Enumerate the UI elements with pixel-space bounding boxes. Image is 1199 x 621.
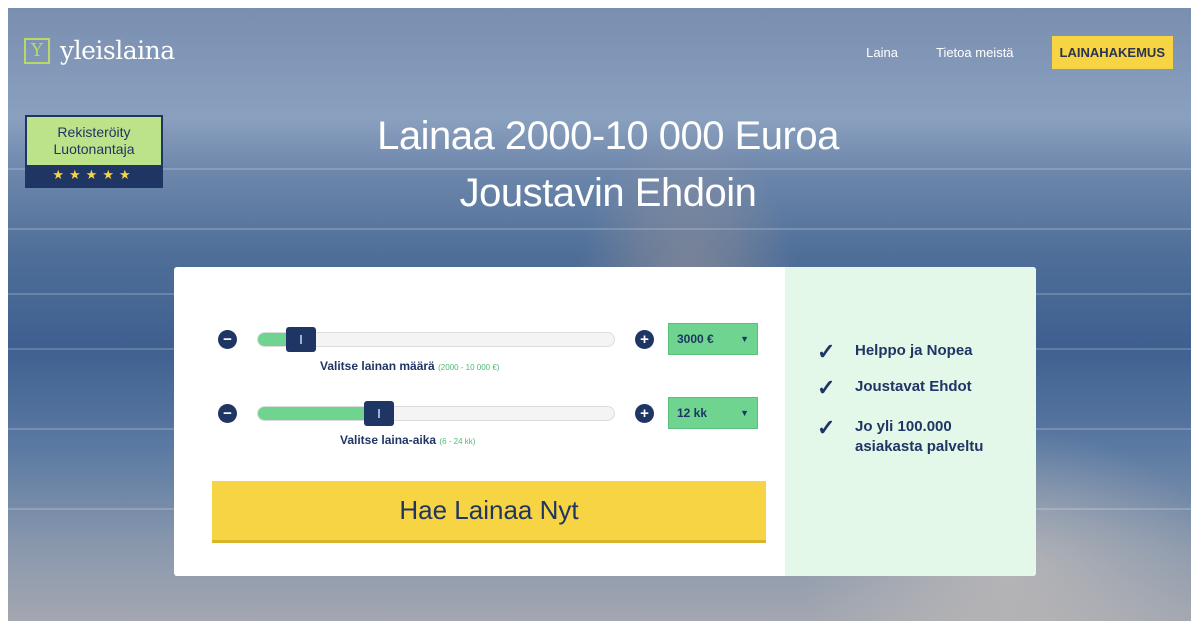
- term-caption-label: Valitse laina-aika: [340, 433, 437, 447]
- feature-text: Jo yli 100.000 asiakasta palveltu: [855, 418, 984, 455]
- feature-item: ✓ Helppo ja Nopea: [817, 341, 973, 363]
- brand-logo[interactable]: Y yleislaina: [24, 36, 175, 65]
- chevron-down-icon: ▼: [740, 408, 749, 418]
- top-nav: Laina Tietoa meistä LAINAHAKEMUS: [866, 36, 1173, 69]
- checkmark-icon: ✓: [817, 415, 836, 440]
- headline-line-1: Lainaa 2000-10 000 Euroa: [377, 114, 839, 158]
- nav-link-about[interactable]: Tietoa meistä: [936, 45, 1014, 60]
- loan-application-button[interactable]: LAINAHAKEMUS: [1051, 36, 1173, 69]
- term-slider-fill: [258, 406, 380, 420]
- checkmark-icon: ✓: [817, 375, 836, 400]
- feature-item: ✓ Jo yli 100.000 asiakasta palveltu: [817, 417, 983, 457]
- hero-background: Y yleislaina Laina Tietoa meistä LAINAHA…: [8, 8, 1191, 621]
- badge-line-1: Rekisteröity: [57, 124, 131, 140]
- amount-select[interactable]: 3000 € ▼: [668, 323, 758, 355]
- loan-calculator-card: − + 3000 € ▼ Valitse lainan määrä (2000 …: [174, 267, 1036, 576]
- term-slider-handle[interactable]: [364, 400, 395, 426]
- feature-item: ✓ Joustavat Ehdot: [817, 377, 972, 399]
- benefits-panel: ✓ Helppo ja Nopea ✓ Joustavat Ehdot ✓ Jo…: [785, 267, 1036, 576]
- registered-lender-badge: Rekisteröity Luotonantaja ★★★★★: [25, 115, 163, 188]
- term-decrease-icon[interactable]: −: [218, 403, 237, 423]
- badge-line-2: Luotonantaja: [53, 141, 135, 157]
- term-increase-icon[interactable]: +: [635, 403, 654, 423]
- chevron-down-icon: ▼: [740, 334, 749, 344]
- amount-slider-row: − + 3000 € ▼: [218, 323, 758, 355]
- term-select[interactable]: 12 kk ▼: [668, 397, 758, 429]
- term-select-value: 12 kk: [677, 406, 708, 420]
- amount-slider-handle[interactable]: [285, 326, 316, 352]
- term-caption: Valitse laina-aika (6 - 24 kk): [340, 433, 475, 447]
- amount-caption-label: Valitse lainan määrä: [320, 359, 435, 373]
- term-slider[interactable]: [257, 400, 615, 426]
- amount-slider[interactable]: [257, 326, 615, 352]
- feature-text: Joustavat Ehdot: [855, 378, 972, 395]
- amount-decrease-icon[interactable]: −: [218, 329, 237, 349]
- term-caption-range: (6 - 24 kk): [439, 437, 476, 446]
- logo-icon: Y: [24, 37, 50, 64]
- checkmark-icon: ✓: [817, 339, 836, 364]
- hero-headline: Lainaa 2000-10 000 Euroa Joustavin Ehdoi…: [338, 108, 878, 222]
- nav-link-laina[interactable]: Laina: [866, 45, 898, 60]
- amount-select-value: 3000 €: [677, 332, 714, 346]
- star-rating-icon: ★★★★★: [27, 165, 161, 186]
- feature-text: Helppo ja Nopea: [855, 342, 973, 359]
- amount-increase-icon[interactable]: +: [635, 329, 654, 349]
- headline-line-2: Joustavin Ehdoin: [459, 171, 757, 215]
- amount-caption-range: (2000 - 10 000 €): [438, 363, 500, 372]
- amount-caption: Valitse lainan määrä (2000 - 10 000 €): [320, 359, 499, 373]
- term-slider-row: − + 12 kk ▼: [218, 397, 758, 429]
- calculator-panel: − + 3000 € ▼ Valitse lainan määrä (2000 …: [174, 267, 785, 576]
- brand-name: yleislaina: [60, 36, 175, 65]
- apply-loan-button[interactable]: Hae Lainaa Nyt: [212, 481, 766, 543]
